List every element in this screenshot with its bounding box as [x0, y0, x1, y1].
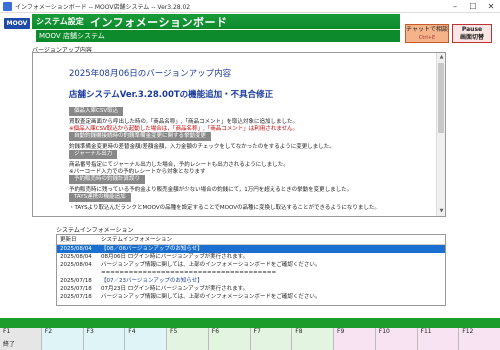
section-tag: 個品入庫CSV取込: [69, 107, 124, 116]
f11-button[interactable]: F11: [417, 328, 460, 350]
f12-button[interactable]: F12: [459, 328, 500, 350]
list-item[interactable]: 2025/08/04 08月06日 ログイン時にバージョンアップが実行されます。: [57, 253, 445, 261]
pause-button[interactable]: Pause 画面切替: [452, 24, 492, 43]
f1-exit-button[interactable]: F1 終了: [0, 328, 42, 350]
version-heading: 2025年08月06日のバージョンアップ内容: [69, 69, 232, 79]
f6-button[interactable]: F6: [208, 328, 251, 350]
list-item[interactable]: 2025/07/18 【07／23バージョンアップのお知らせ】: [57, 277, 445, 285]
item-text: 07月23日 ログイン時にバージョンアップが実行されます。: [101, 286, 249, 292]
list-item[interactable]: ======================================: [57, 269, 445, 277]
list-item[interactable]: 2025/07/18 バージョンアップ情報に関しては、上部のインフォメーションボ…: [57, 293, 445, 301]
section-tag: ジャーナル出力: [69, 150, 118, 159]
content-line: 釣銭準備金変更時の差替金額/差額金額，入力金額のチェックをしてなかったのをするよ…: [69, 144, 335, 150]
content-line: ※個品入庫CSV取込から起動した場合は，「商品名称」,「商品コメント」は利用され…: [69, 126, 299, 132]
function-key-action: 終了: [3, 341, 16, 348]
pause-button-label: Pause: [461, 26, 483, 33]
function-key-label: F4: [128, 328, 136, 335]
section-tag: 予約販売時の釣銭計算誤り: [69, 175, 146, 184]
version-scrollbar[interactable]: ▲ ▼: [436, 53, 445, 216]
section-tag: 自動釣銭機接続時の釣銭準備金変更に関する挙動変更: [69, 132, 212, 141]
item-date: 2025/07/18: [60, 294, 92, 300]
chat-consult-button[interactable]: チャットで相談 Ctrl+E: [405, 24, 449, 43]
item-date: 2025/08/04: [60, 254, 92, 260]
item-date: 2025/08/04: [60, 262, 92, 268]
f9-button[interactable]: F9: [334, 328, 376, 350]
f10-button[interactable]: F10: [375, 328, 418, 350]
function-key-label: F6: [211, 328, 220, 335]
function-key-label: F7: [253, 328, 261, 335]
item-date: [57, 269, 101, 277]
content-line: ※バーコード入力での予約レシートから対象となります: [69, 169, 206, 175]
list-item[interactable]: 2025/08/04 バージョンアップ情報に関しては、上部のインフォメーションボ…: [57, 261, 445, 269]
content-line: 予約販売時に残っている予約金より販売金額が少ない場合の釣銭にて，1万円を超えると…: [69, 187, 353, 193]
scrollbar-thumb[interactable]: [438, 63, 444, 133]
version-content-body: 2025年08月06日のバージョンアップ内容 店舗システムVer.3.28.00…: [39, 57, 429, 213]
minimize-icon[interactable]: –: [446, 0, 464, 13]
function-key-bar: [0, 318, 500, 328]
column-header-info[interactable]: システムインフォメーション: [101, 235, 172, 244]
item-date: 2025/08/04: [60, 246, 92, 252]
function-keys: F1 終了 F2 F3 F4 F5 F6 F7 F8 F9 F10 F11 F1…: [0, 328, 500, 350]
system-settings-label: システム設定: [36, 17, 84, 26]
f5-button[interactable]: F5: [167, 328, 209, 350]
content-line: ・TAYSより取込んだランクとMOOVの品種を設定することでMOOVの品種に変換…: [69, 205, 380, 211]
f8-button[interactable]: F8: [292, 328, 334, 350]
item-text: 【07／23バージョンアップのお知らせ】: [101, 278, 203, 284]
item-text: バージョンアップ情報に関しては、上部のインフォメーションボードをご確認ください。: [101, 294, 321, 300]
function-key-label: F3: [86, 328, 94, 335]
f4-button[interactable]: F4: [125, 328, 167, 350]
close-icon[interactable]: ✕: [482, 0, 500, 13]
function-key-label: F11: [420, 328, 432, 335]
function-key-label: F8: [295, 328, 303, 335]
version-content-panel[interactable]: 2025年08月06日のバージョンアップ内容 店舗システムVer.3.28.00…: [32, 52, 446, 217]
item-text: 【08／06バージョンアップのお知らせ】: [101, 246, 203, 252]
item-text: 08月06日 ログイン時にバージョンアップが実行されます。: [101, 254, 249, 260]
f3-button[interactable]: F3: [83, 328, 126, 350]
function-key-label: F9: [337, 328, 345, 335]
store-system-label: MOOV 店舗システム: [36, 30, 400, 42]
function-key-label: F12: [462, 328, 474, 335]
app-icon: [3, 1, 12, 11]
f2-button[interactable]: F2: [41, 328, 84, 350]
info-list-header: 更新日 システムインフォメーション: [57, 235, 445, 245]
scroll-up-icon[interactable]: ▲: [437, 53, 446, 62]
item-date: 2025/07/18: [60, 286, 92, 292]
list-item[interactable]: 2025/07/18 07月23日 ログイン時にバージョンアップが実行されます。: [57, 285, 445, 293]
window-title: インフォメーションボード -- MOOV店舗システム -- Ver3.28.02: [15, 3, 191, 11]
system-info-list[interactable]: 更新日 システムインフォメーション 2025/08/04 【08／06バージョン…: [56, 234, 446, 306]
f7-button[interactable]: F7: [250, 328, 293, 350]
screen-switch-label: 画面切替: [459, 34, 484, 41]
chat-button-label: チャットで相談: [406, 26, 448, 33]
chat-shortcut-label: Ctrl+E: [418, 35, 436, 41]
version-subheading: 店舗システムVer.3.28.00Tの機能追加・不具合修正: [69, 90, 274, 100]
info-section-label: システムインフォメーション: [56, 227, 134, 234]
function-key-label: F10: [378, 328, 390, 335]
item-text: ======================================: [101, 270, 277, 276]
item-text: バージョンアップ情報に関しては、上部のインフォメーションボードをご確認ください。: [101, 262, 321, 268]
item-date: 2025/07/18: [60, 278, 92, 284]
column-header-date[interactable]: 更新日: [57, 235, 101, 244]
list-item[interactable]: 2025/08/04 【08／06バージョンアップのお知らせ】: [57, 245, 445, 253]
function-key-label: F2: [44, 328, 53, 335]
page-title: インフォメーションボード: [90, 16, 228, 29]
maximize-icon[interactable]: ☐: [464, 0, 482, 13]
window-titlebar: インフォメーションボード -- MOOV店舗システム -- Ver3.28.02…: [0, 0, 500, 13]
function-key-label: F5: [170, 328, 178, 335]
section-tag: TAYS連携の機能追加: [69, 193, 131, 202]
function-key-label: F1: [3, 328, 11, 335]
scroll-down-icon[interactable]: ▼: [437, 207, 446, 216]
moov-logo: MOOV: [4, 18, 30, 29]
